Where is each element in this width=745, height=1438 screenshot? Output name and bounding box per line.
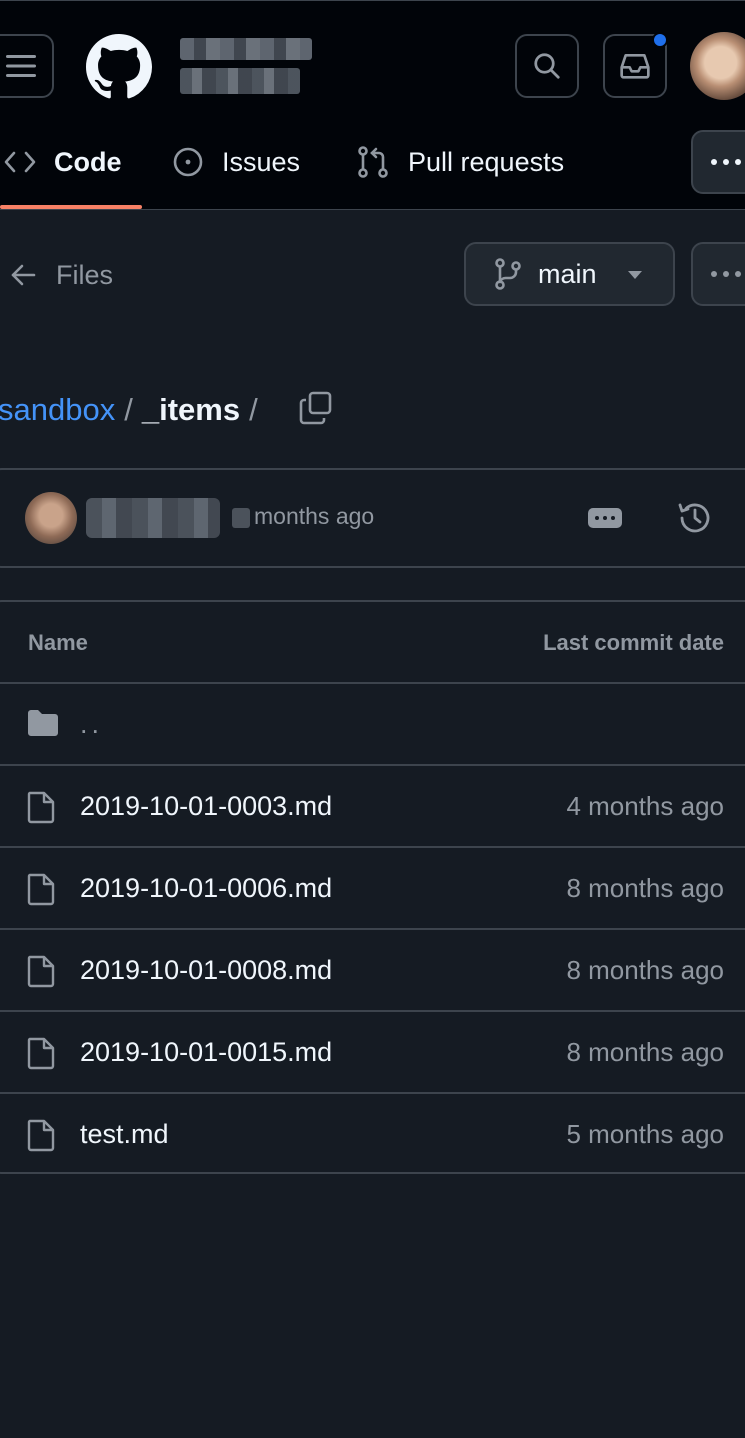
github-logo[interactable] xyxy=(86,34,152,100)
file-name[interactable]: 2019-10-01-0003.md xyxy=(80,791,332,822)
git-branch-icon xyxy=(495,258,521,290)
issue-opened-icon xyxy=(173,147,203,177)
file-icon xyxy=(27,955,55,988)
tab-issues[interactable]: Issues xyxy=(172,136,300,188)
tab-issues-label: Issues xyxy=(222,146,301,177)
git-pull-request-icon xyxy=(358,146,388,178)
commit-time: months ago xyxy=(254,503,375,529)
file-commit-date: 4 months ago xyxy=(566,791,724,821)
folder-icon xyxy=(28,710,58,736)
file-icon xyxy=(27,1119,55,1152)
file-name[interactable]: 2019-10-01-0015.md xyxy=(80,1037,332,1068)
arrow-left-icon xyxy=(11,264,36,286)
file-table: Name Last commit date .. 2019-10-01-0003… xyxy=(0,600,745,1174)
file-name[interactable]: 2019-10-01-0006.md xyxy=(80,873,332,904)
file-icon xyxy=(27,791,55,824)
breadcrumb-current-folder: _items xyxy=(141,392,241,427)
file-commit-date: 8 months ago xyxy=(566,1037,724,1067)
table-row[interactable]: 2019-10-01-0003.md 4 months ago xyxy=(0,766,745,848)
tab-pull-requests[interactable]: Pull requests xyxy=(356,136,564,188)
breadcrumb-separator: / xyxy=(124,392,133,427)
files-label: Files xyxy=(56,259,114,290)
branch-select-button[interactable]: main xyxy=(464,242,675,306)
commit-time-redacted xyxy=(232,508,250,528)
tabs-overflow-button[interactable] xyxy=(691,130,745,194)
file-commit-date: 8 months ago xyxy=(566,873,724,903)
file-commit-date: 5 months ago xyxy=(566,1119,724,1149)
table-row[interactable]: 2019-10-01-0008.md 8 months ago xyxy=(0,930,745,1012)
file-name[interactable]: 2019-10-01-0008.md xyxy=(80,955,332,986)
commit-message-expand-button[interactable] xyxy=(588,508,622,528)
file-name[interactable]: test.md xyxy=(80,1119,169,1150)
column-header-date: Last commit date xyxy=(543,630,724,655)
table-row[interactable]: 2019-10-01-0015.md 8 months ago xyxy=(0,1012,745,1094)
commit-history-button[interactable] xyxy=(676,499,714,537)
notification-indicator xyxy=(652,32,668,48)
copy-icon xyxy=(299,391,332,425)
tab-selected-underline xyxy=(0,205,142,209)
file-commit-date: 8 months ago xyxy=(566,955,724,985)
kebab-horizontal-icon xyxy=(711,159,741,165)
repo-name-redacted[interactable] xyxy=(180,68,300,94)
search-icon xyxy=(534,53,560,79)
breadcrumb: sandbox / _items / xyxy=(0,388,267,432)
kebab-horizontal-icon xyxy=(711,271,741,277)
branch-name: main xyxy=(538,258,597,289)
table-row[interactable]: 2019-10-01-0006.md 8 months ago xyxy=(0,848,745,930)
history-icon xyxy=(678,503,710,533)
table-row[interactable]: test.md 5 months ago xyxy=(0,1094,745,1172)
code-icon xyxy=(4,151,36,173)
file-icon xyxy=(27,873,55,906)
file-icon xyxy=(27,1037,55,1070)
tab-code-label: Code xyxy=(54,146,122,177)
triangle-down-icon xyxy=(628,271,642,279)
files-more-options-button[interactable] xyxy=(691,242,745,306)
commit-author-redacted[interactable] xyxy=(86,498,220,538)
table-row-parent-directory[interactable]: .. xyxy=(0,684,745,766)
github-mark-icon xyxy=(86,34,152,99)
hamburger-icon xyxy=(6,55,36,77)
inbox-icon xyxy=(620,53,650,79)
parent-directory-link[interactable]: .. xyxy=(80,709,103,740)
repo-owner-redacted[interactable] xyxy=(180,38,312,60)
tab-code[interactable]: Code xyxy=(4,136,122,188)
table-header: Name Last commit date xyxy=(0,602,745,684)
commit-author-avatar[interactable] xyxy=(25,492,77,544)
tab-pull-requests-label: Pull requests xyxy=(408,146,565,177)
breadcrumb-repo-link[interactable]: sandbox xyxy=(0,392,115,428)
copy-path-button[interactable] xyxy=(298,390,334,426)
search-button[interactable] xyxy=(515,34,579,98)
column-header-name: Name xyxy=(28,630,88,655)
menu-button[interactable] xyxy=(0,34,54,98)
back-to-files-button[interactable]: Files xyxy=(10,250,113,300)
breadcrumb-trailing-separator: / xyxy=(249,392,258,427)
